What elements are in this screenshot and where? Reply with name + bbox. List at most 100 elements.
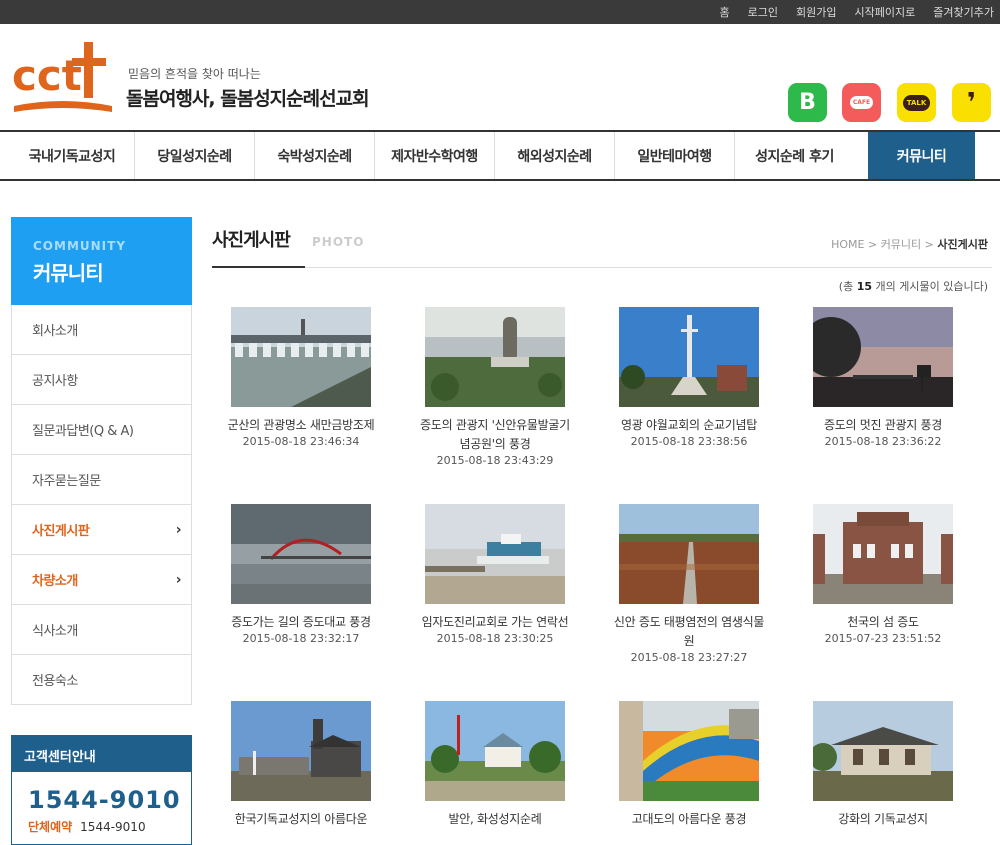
cafe-label: CAFE [849, 96, 874, 109]
main-content: 사진게시판 PHOTO HOME > 커뮤니티 > 사진게시판 (총 15 개의… [212, 217, 992, 826]
photo-thumbnail[interactable] [813, 701, 953, 801]
tagline: 믿음의 흔적을 찾아 떠나는 [128, 67, 261, 81]
side-item-vehicles[interactable]: 차량소개 › [11, 555, 192, 605]
side-item-company[interactable]: 회사소개 [11, 305, 192, 355]
side-item-meals[interactable]: 식사소개 [11, 605, 192, 655]
photo-card[interactable]: 증도의 멋진 관광지 풍경 2015-08-18 23:36:22 [793, 307, 973, 448]
breadcrumb-parent[interactable]: 커뮤니티 [881, 238, 921, 251]
photo-thumbnail[interactable] [425, 701, 565, 801]
photo-card[interactable]: 고대도의 아름다운 풍경 [599, 701, 779, 829]
photo-thumbnail[interactable] [813, 504, 953, 604]
photo-title[interactable]: 고대도의 아름다운 풍경 [599, 810, 779, 829]
side-item-label: 회사소개 [32, 324, 78, 339]
page-title: 사진게시판 [212, 230, 291, 251]
nav-overnight-pilgrimage[interactable]: 숙박성지순례 [254, 132, 374, 179]
photo-title[interactable]: 임자도진리교회로 가는 연락선 [405, 613, 585, 632]
login-link[interactable]: 로그인 [748, 4, 778, 20]
photo-thumbnail[interactable] [619, 701, 759, 801]
breadcrumb-home[interactable]: HOME [831, 238, 864, 251]
photo-title[interactable]: 증도의 멋진 관광지 풍경 [793, 416, 973, 435]
cct-logo[interactable]: cct [10, 40, 114, 114]
bookmark-link[interactable]: 즐겨찾기추가 [933, 4, 994, 20]
side-item-faq[interactable]: 자주묻는질문 [11, 455, 192, 505]
side-item-label: 차량소개 [32, 574, 78, 589]
nav-day-pilgrimage[interactable]: 당일성지순례 [134, 132, 254, 179]
nav-overseas-pilgrimage[interactable]: 해외성지순례 [494, 132, 614, 179]
page-title-en: PHOTO [312, 235, 365, 249]
photo-date: 2015-08-18 23:32:17 [242, 632, 360, 645]
photo-card[interactable]: 군산의 관광명소 새만금방조제 2015-08-18 23:46:34 [211, 307, 391, 448]
side-item-notice[interactable]: 공지사항 [11, 355, 192, 405]
side-item-label: 질문과답변(Q & A) [32, 424, 134, 439]
post-count-pre: (총 [838, 280, 854, 293]
chevron-right-icon: › [175, 571, 182, 588]
photo-title[interactable]: 신안 증도 태평염전의 염생식물원 [599, 613, 779, 651]
customer-center-title: 고객센터안내 [12, 736, 191, 772]
photo-date: 2015-08-18 23:30:25 [436, 632, 554, 645]
photo-title[interactable]: 강화의 기독교성지 [793, 810, 973, 829]
photo-card[interactable]: 증도가는 길의 증도대교 풍경 2015-08-18 23:32:17 [211, 504, 391, 645]
photo-image [425, 504, 565, 604]
photo-image [231, 307, 371, 407]
set-homepage-link[interactable]: 시작페이지로 [855, 4, 916, 20]
breadcrumb: HOME > 커뮤니티 > 사진게시판 [831, 236, 988, 252]
nav-community[interactable]: 커뮤니티 [868, 132, 975, 179]
photo-card[interactable]: 증도의 관광지 '신안유물발굴기념공원'의 풍경 2015-08-18 23:43… [405, 307, 585, 467]
photo-title[interactable]: 한국기독교성지의 아름다운 [211, 810, 391, 829]
photo-card[interactable]: 강화의 기독교성지 [793, 701, 973, 829]
photo-thumbnail[interactable] [619, 307, 759, 407]
photo-thumbnail[interactable] [231, 701, 371, 801]
breadcrumb-sep: > [867, 238, 878, 251]
nav-domestic-holy-sites[interactable]: 국내기독교성지 [10, 132, 134, 179]
photo-card[interactable]: 임자도진리교회로 가는 연락선 2015-08-18 23:30:25 [405, 504, 585, 645]
photo-image [231, 504, 371, 604]
photo-thumbnail[interactable] [813, 307, 953, 407]
photo-title[interactable]: 증도의 관광지 '신안유물발굴기념공원'의 풍경 [405, 416, 585, 454]
photo-title[interactable]: 발안, 화성성지순례 [405, 810, 585, 829]
home-link[interactable]: 홈 [720, 4, 730, 20]
nav-disciple-field-trip[interactable]: 제자반수학여행 [374, 132, 494, 179]
side-item-label: 전용숙소 [32, 674, 78, 689]
photo-thumbnail[interactable] [425, 307, 565, 407]
photo-date: 2015-08-18 23:38:56 [630, 435, 748, 448]
customer-phone: 1544-9010 [28, 786, 181, 814]
photo-title[interactable]: 천국의 섬 증도 [793, 613, 973, 632]
photo-card[interactable]: 신안 증도 태평염전의 염생식물원 2015-08-18 23:27:27 [599, 504, 779, 664]
kakaostory-icon[interactable]: ❜ [952, 83, 991, 122]
photo-image [813, 504, 953, 604]
photo-title[interactable]: 증도가는 길의 증도대교 풍경 [211, 613, 391, 632]
photo-thumbnail[interactable] [425, 504, 565, 604]
photo-card[interactable]: 천국의 섬 증도 2015-07-23 23:51:52 [793, 504, 973, 645]
photo-date: 2015-08-18 23:27:27 [630, 651, 748, 664]
breadcrumb-sep: > [924, 238, 934, 251]
breadcrumb-current: 사진게시판 [937, 238, 988, 251]
side-item-photo-board[interactable]: 사진게시판 › [11, 505, 192, 555]
side-item-qna[interactable]: 질문과답변(Q & A) [11, 405, 192, 455]
side-item-label: 사진게시판 [32, 524, 90, 539]
site-name[interactable]: 돌봄여행사, 돌봄성지순례선교회 [126, 84, 370, 111]
kakaotalk-icon[interactable]: TALK [897, 83, 936, 122]
photo-thumbnail[interactable] [231, 504, 371, 604]
side-item-label: 공지사항 [32, 374, 78, 389]
nav-theme-travel[interactable]: 일반테마여행 [614, 132, 734, 179]
photo-card[interactable]: 영광 야월교회의 순교기념탑 2015-08-18 23:38:56 [599, 307, 779, 448]
blog-icon[interactable]: B [788, 83, 827, 122]
title-underline [212, 266, 305, 268]
cafe-icon[interactable]: CAFE [842, 83, 881, 122]
nav-pilgrimage-reviews[interactable]: 성지순례 후기 [734, 132, 854, 179]
svg-text:cct: cct [12, 51, 82, 100]
photo-card[interactable]: 발안, 화성성지순례 [405, 701, 585, 829]
photo-date: 2015-08-18 23:46:34 [242, 435, 360, 448]
photo-title[interactable]: 영광 야월교회의 순교기념탑 [599, 416, 779, 435]
photo-thumbnail[interactable] [231, 307, 371, 407]
side-menu-title-en: COMMUNITY [33, 239, 127, 253]
photo-title[interactable]: 군산의 관광명소 새만금방조제 [211, 416, 391, 435]
side-item-lodging[interactable]: 전용숙소 [11, 655, 192, 705]
photo-thumbnail[interactable] [619, 504, 759, 604]
photo-card[interactable]: 한국기독교성지의 아름다운 [211, 701, 391, 829]
chevron-right-icon: › [175, 521, 182, 538]
signup-link[interactable]: 회원가입 [796, 4, 836, 20]
story-label: ❜ [966, 87, 976, 118]
top-utility-bar: 홈 로그인 회원가입 시작페이지로 즐겨찾기추가 [0, 0, 1000, 24]
main-nav: 국내기독교성지 당일성지순례 숙박성지순례 제자반수학여행 해외성지순례 일반테… [0, 130, 1000, 181]
